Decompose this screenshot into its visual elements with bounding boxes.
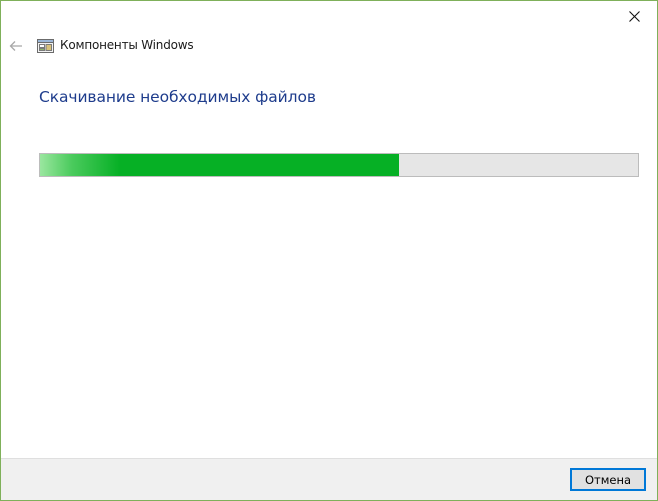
back-button[interactable] xyxy=(7,37,25,55)
windows-features-icon xyxy=(37,38,54,54)
page-heading: Скачивание необходимых файлов xyxy=(39,88,316,106)
progress-shine xyxy=(40,154,120,176)
back-arrow-icon xyxy=(9,37,23,56)
close-icon xyxy=(628,10,640,22)
progress-fill xyxy=(40,154,399,176)
dialog-window: Компоненты Windows Скачивание необходимы… xyxy=(0,0,658,501)
dialog-footer: Отмена xyxy=(1,458,657,500)
title-bar: Компоненты Windows xyxy=(1,31,657,61)
window-title: Компоненты Windows xyxy=(60,38,194,52)
download-progress-bar xyxy=(39,153,639,177)
cancel-button[interactable]: Отмена xyxy=(570,468,646,491)
close-button[interactable] xyxy=(611,1,657,31)
